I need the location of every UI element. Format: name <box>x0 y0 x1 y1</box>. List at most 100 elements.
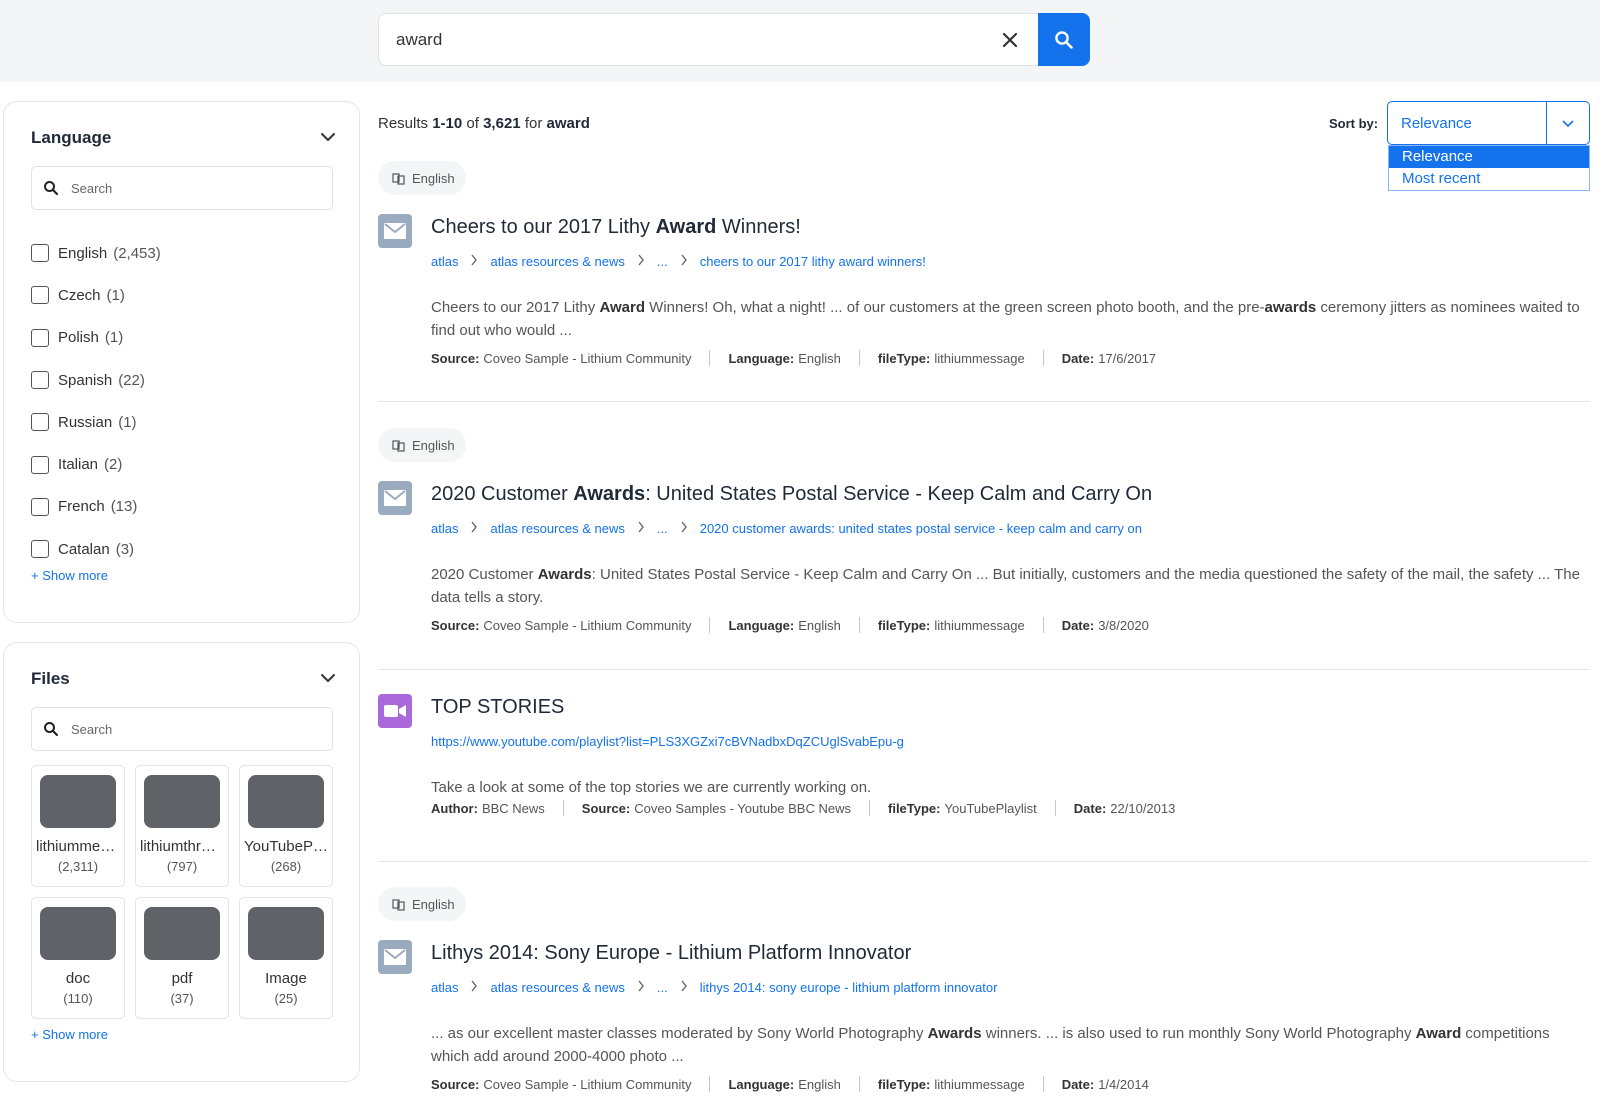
breadcrumb-link[interactable]: 2020 customer awards: united states post… <box>700 521 1142 536</box>
facet-value[interactable]: Spanish (22) <box>31 359 161 401</box>
language-badge: English <box>378 428 466 462</box>
breadcrumb-link[interactable]: atlas <box>431 980 458 995</box>
checkbox[interactable] <box>31 286 49 305</box>
chevron-right-icon <box>680 521 688 536</box>
field-value: lithiummessage <box>934 350 1025 366</box>
field-key: fileType: <box>877 350 931 366</box>
facet-value[interactable]: Italian (2) <box>31 443 161 485</box>
field-value: English <box>798 1076 841 1092</box>
field-divider <box>1042 350 1044 366</box>
file-type-tile[interactable]: lithiumthread (797) <box>135 765 229 887</box>
checkbox[interactable] <box>31 244 49 263</box>
chevron-right-icon <box>637 521 645 536</box>
search-input[interactable] <box>379 14 939 65</box>
field-key: Language: <box>728 350 795 366</box>
excerpt-highlight: Awards <box>927 1025 982 1042</box>
chevron-right-icon <box>680 980 688 995</box>
summary-for: for <box>524 115 543 132</box>
checkbox[interactable] <box>31 328 49 347</box>
result-divider <box>378 861 1590 862</box>
field-value: 1/4/2014 <box>1098 1076 1149 1092</box>
facet-value-count: (3) <box>115 540 135 558</box>
file-type-tile[interactable]: Image (25) <box>239 897 333 1019</box>
excerpt-highlight: Award <box>1415 1025 1462 1042</box>
breadcrumb-link[interactable]: atlas <box>431 521 458 536</box>
facet-value-label: Czech <box>58 286 101 304</box>
breadcrumb-link[interactable]: cheers to our 2017 lithy award winners! <box>700 254 926 269</box>
search-icon <box>44 722 59 737</box>
summary-query: award <box>546 115 590 132</box>
result-title-text: Winners! <box>716 216 801 238</box>
facet-search-input[interactable] <box>71 721 311 737</box>
file-type-count: (797) <box>166 859 198 874</box>
result-divider <box>378 401 1590 402</box>
result-title-link[interactable]: TOP STORIES <box>431 696 564 719</box>
chevron-down-icon[interactable] <box>319 669 337 687</box>
file-type-tile[interactable]: YouTubePlaylist (268) <box>239 765 333 887</box>
file-type-label: lithiumthread <box>140 838 226 855</box>
checkbox[interactable] <box>31 497 49 516</box>
field-value: Coveo Sample - Lithium Community <box>483 1076 692 1092</box>
breadcrumb-link[interactable]: ... <box>657 521 668 536</box>
search-result: Cheers to our 2017 Lithy Award Winners! a… <box>378 214 1590 366</box>
result-title-link[interactable]: Lithys 2014: Sony Europe - Lithium Platf… <box>431 942 911 965</box>
breadcrumb-link[interactable]: atlas resources & news <box>490 980 624 995</box>
facet-value[interactable]: French (13) <box>31 486 161 528</box>
facet-search-field <box>31 707 333 751</box>
chevron-right-icon <box>637 254 645 269</box>
field-key: Date: <box>1061 350 1095 366</box>
facet-value[interactable]: Catalan (3) <box>31 528 161 570</box>
result-url-link[interactable]: https://www.youtube.com/playlist?list=PL… <box>431 734 904 749</box>
result-title-link[interactable]: Cheers to our 2017 Lithy Award Winners! <box>431 216 801 239</box>
excerpt-text: Winners! Oh, what a night! ... of our cu… <box>645 299 1265 316</box>
summary-of: of <box>466 115 479 132</box>
result-title-text: TOP STORIES <box>431 696 565 718</box>
breadcrumb-link[interactable]: atlas resources & news <box>490 521 624 536</box>
search-icon <box>44 181 59 196</box>
checkbox[interactable] <box>31 371 49 390</box>
envelope-icon <box>378 940 412 974</box>
field-divider <box>869 800 870 816</box>
sort-option-most-recent[interactable]: Most recent <box>1389 168 1589 190</box>
file-type-tile[interactable]: lithiummessage (2,311) <box>31 765 125 887</box>
breadcrumb-link[interactable]: atlas resources & news <box>490 254 624 269</box>
breadcrumb-link[interactable]: ... <box>657 254 668 269</box>
file-type-tile[interactable]: pdf (37) <box>135 897 229 1019</box>
facet-value[interactable]: Czech (1) <box>31 274 161 316</box>
file-type-label: YouTubePlaylist <box>244 838 332 855</box>
clear-icon[interactable] <box>998 28 1022 52</box>
breadcrumb: https://www.youtube.com/playlist?list=PL… <box>431 734 904 749</box>
breadcrumb-link[interactable]: ... <box>657 980 668 995</box>
show-more-link[interactable]: + Show more <box>31 568 108 583</box>
checkbox[interactable] <box>31 455 49 474</box>
facet-search-input[interactable] <box>71 180 311 196</box>
file-type-count: (110) <box>63 991 93 1006</box>
search-submit-button[interactable] <box>1038 13 1090 66</box>
language-badge-label: English <box>412 437 455 453</box>
field-divider <box>858 617 860 633</box>
show-more-link[interactable]: + Show more <box>31 1027 108 1042</box>
facet-value[interactable]: English (2,453) <box>31 232 161 274</box>
result-title-link[interactable]: 2020 Customer Awards: United States Post… <box>431 483 1152 506</box>
facet-value[interactable]: Polish (1) <box>31 317 161 359</box>
facet-value-count: (13) <box>110 498 138 516</box>
sort-select[interactable]: Relevance <box>1387 101 1590 145</box>
field-value: 3/8/2020 <box>1098 617 1149 633</box>
checkbox[interactable] <box>31 413 49 432</box>
search-icon <box>1055 30 1073 49</box>
facet-value-count: (1) <box>104 329 124 347</box>
checkbox[interactable] <box>31 540 49 559</box>
facet-value-label: English <box>58 244 108 262</box>
facet-value-label: Spanish <box>58 371 113 389</box>
breadcrumb: atlas atlas resources & news... lithys 201… <box>431 980 997 995</box>
excerpt-highlight: awards <box>1264 299 1317 316</box>
facet-value[interactable]: Russian (1) <box>31 401 161 443</box>
breadcrumb-link[interactable]: atlas <box>431 254 458 269</box>
file-type-grid: lithiummessage (2,311) lithiumthread (797) Y… <box>31 765 333 1019</box>
file-type-tile[interactable]: doc (110) <box>31 897 125 1019</box>
chevron-down-icon[interactable] <box>319 128 337 146</box>
sort-option-relevance[interactable]: Relevance <box>1389 146 1589 168</box>
field-key: fileType: <box>877 617 931 633</box>
breadcrumb-link[interactable]: lithys 2014: sony europe - lithium platf… <box>700 980 998 995</box>
show-more-label: Show more <box>42 568 108 583</box>
